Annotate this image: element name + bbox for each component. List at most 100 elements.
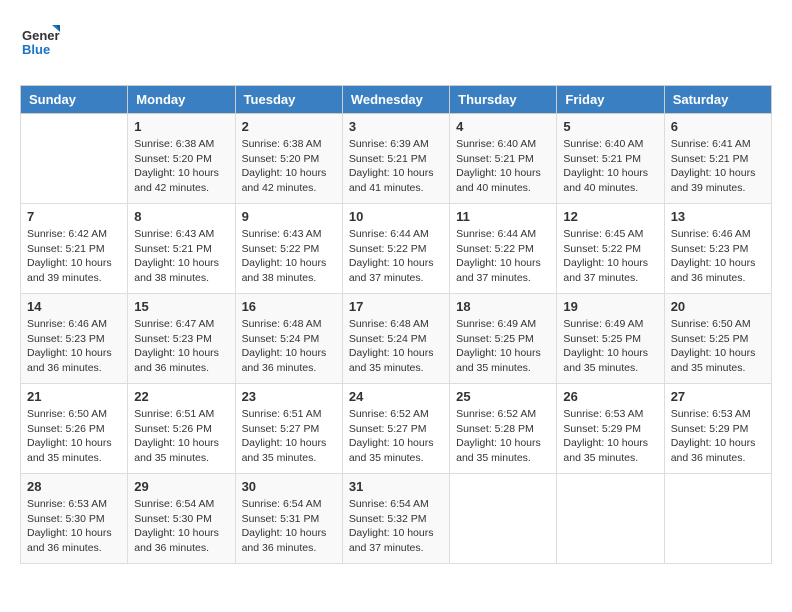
calendar-cell: 31Sunrise: 6:54 AMSunset: 5:32 PMDayligh… (342, 474, 449, 564)
calendar-week-2: 7 Sunrise: 6:42 AMSunset: 5:21 PMDaylight… (21, 204, 772, 294)
weekday-header-saturday: Saturday (664, 86, 771, 114)
day-info: Sunrise: 6:41 AMSunset: 5:21 PMDaylight:… (671, 137, 765, 196)
day-number: 26 (563, 389, 657, 404)
day-info: Sunrise: 6:44 AMSunset: 5:22 PMDaylight:… (349, 227, 443, 286)
day-number: 29 (134, 479, 228, 494)
day-info: Sunrise: 6:48 AMSunset: 5:24 PMDaylight:… (349, 317, 443, 376)
calendar-cell: 20 Sunrise: 6:50 AMSunset: 5:25 PMDayligh… (664, 294, 771, 384)
day-info: Sunrise: 6:54 AMSunset: 5:30 PMDaylight:… (134, 497, 228, 556)
calendar-cell: 26 Sunrise: 6:53 AMSunset: 5:29 PMDayligh… (557, 384, 664, 474)
day-info: Sunrise: 6:40 AMSunset: 5:21 PMDaylight:… (563, 137, 657, 196)
weekday-header-wednesday: Wednesday (342, 86, 449, 114)
calendar-cell: 25 Sunrise: 6:52 AMSunset: 5:28 PMDayligh… (450, 384, 557, 474)
day-info: Sunrise: 6:48 AMSunset: 5:24 PMDaylight:… (242, 317, 336, 376)
calendar-cell: 3 Sunrise: 6:39 AMSunset: 5:21 PMDaylight… (342, 114, 449, 204)
logo: General Blue (20, 20, 66, 65)
calendar-cell: 13Sunrise: 6:46 AMSunset: 5:23 PMDayligh… (664, 204, 771, 294)
weekday-header-monday: Monday (128, 86, 235, 114)
day-info: Sunrise: 6:54 AMSunset: 5:31 PMDaylight:… (242, 497, 336, 556)
day-number: 20 (671, 299, 765, 314)
calendar-week-3: 14 Sunrise: 6:46 AMSunset: 5:23 PMDayligh… (21, 294, 772, 384)
day-info: Sunrise: 6:54 AMSunset: 5:32 PMDaylight:… (349, 497, 443, 556)
calendar-cell: 18Sunrise: 6:49 AMSunset: 5:25 PMDayligh… (450, 294, 557, 384)
weekday-header-tuesday: Tuesday (235, 86, 342, 114)
day-number: 21 (27, 389, 121, 404)
day-info: Sunrise: 6:42 AMSunset: 5:21 PMDaylight:… (27, 227, 121, 286)
calendar-cell (664, 474, 771, 564)
day-info: Sunrise: 6:39 AMSunset: 5:21 PMDaylight:… (349, 137, 443, 196)
day-info: Sunrise: 6:44 AMSunset: 5:22 PMDaylight:… (456, 227, 550, 286)
calendar-body: 1 Sunrise: 6:38 AMSunset: 5:20 PMDaylight… (21, 114, 772, 564)
day-number: 28 (27, 479, 121, 494)
day-info: Sunrise: 6:50 AMSunset: 5:25 PMDaylight:… (671, 317, 765, 376)
calendar-cell: 23 Sunrise: 6:51 AMSunset: 5:27 PMDayligh… (235, 384, 342, 474)
day-number: 17 (349, 299, 443, 314)
calendar-cell: 30 Sunrise: 6:54 AMSunset: 5:31 PMDayligh… (235, 474, 342, 564)
calendar-cell: 19 Sunrise: 6:49 AMSunset: 5:25 PMDayligh… (557, 294, 664, 384)
day-number: 6 (671, 119, 765, 134)
day-info: Sunrise: 6:51 AMSunset: 5:26 PMDaylight:… (134, 407, 228, 466)
day-info: Sunrise: 6:46 AMSunset: 5:23 PMDaylight:… (671, 227, 765, 286)
calendar-cell (557, 474, 664, 564)
day-info: Sunrise: 6:49 AMSunset: 5:25 PMDaylight:… (563, 317, 657, 376)
calendar-cell (450, 474, 557, 564)
day-info: Sunrise: 6:46 AMSunset: 5:23 PMDaylight:… (27, 317, 121, 376)
day-number: 7 (27, 209, 121, 224)
day-info: Sunrise: 6:52 AMSunset: 5:28 PMDaylight:… (456, 407, 550, 466)
day-info: Sunrise: 6:38 AMSunset: 5:20 PMDaylight:… (134, 137, 228, 196)
calendar-cell: 22 Sunrise: 6:51 AMSunset: 5:26 PMDayligh… (128, 384, 235, 474)
day-number: 4 (456, 119, 550, 134)
day-info: Sunrise: 6:38 AMSunset: 5:20 PMDaylight:… (242, 137, 336, 196)
calendar-cell: 7 Sunrise: 6:42 AMSunset: 5:21 PMDaylight… (21, 204, 128, 294)
day-info: Sunrise: 6:52 AMSunset: 5:27 PMDaylight:… (349, 407, 443, 466)
calendar-cell: 14 Sunrise: 6:46 AMSunset: 5:23 PMDayligh… (21, 294, 128, 384)
calendar-cell: 15 Sunrise: 6:47 AMSunset: 5:23 PMDayligh… (128, 294, 235, 384)
calendar-cell: 1 Sunrise: 6:38 AMSunset: 5:20 PMDaylight… (128, 114, 235, 204)
calendar-cell: 28 Sunrise: 6:53 AMSunset: 5:30 PMDayligh… (21, 474, 128, 564)
day-info: Sunrise: 6:43 AMSunset: 5:21 PMDaylight:… (134, 227, 228, 286)
day-number: 15 (134, 299, 228, 314)
day-info: Sunrise: 6:40 AMSunset: 5:21 PMDaylight:… (456, 137, 550, 196)
calendar-header: SundayMondayTuesdayWednesdayThursdayFrid… (21, 86, 772, 114)
day-number: 16 (242, 299, 336, 314)
day-info: Sunrise: 6:53 AMSunset: 5:29 PMDaylight:… (563, 407, 657, 466)
calendar-cell: 29 Sunrise: 6:54 AMSunset: 5:30 PMDayligh… (128, 474, 235, 564)
day-number: 1 (134, 119, 228, 134)
day-number: 30 (242, 479, 336, 494)
weekday-header-thursday: Thursday (450, 86, 557, 114)
weekday-header-sunday: Sunday (21, 86, 128, 114)
calendar-cell: 27 Sunrise: 6:53 AMSunset: 5:29 PMDayligh… (664, 384, 771, 474)
day-number: 2 (242, 119, 336, 134)
svg-text:Blue: Blue (22, 42, 50, 57)
svg-text:General: General (22, 28, 60, 43)
day-info: Sunrise: 6:53 AMSunset: 5:30 PMDaylight:… (27, 497, 121, 556)
calendar-cell: 2 Sunrise: 6:38 AMSunset: 5:20 PMDaylight… (235, 114, 342, 204)
day-number: 25 (456, 389, 550, 404)
day-number: 11 (456, 209, 550, 224)
calendar-cell (21, 114, 128, 204)
calendar-cell: 9Sunrise: 6:43 AMSunset: 5:22 PMDaylight… (235, 204, 342, 294)
day-number: 23 (242, 389, 336, 404)
day-number: 12 (563, 209, 657, 224)
calendar-cell: 17 Sunrise: 6:48 AMSunset: 5:24 PMDayligh… (342, 294, 449, 384)
calendar-cell: 11 Sunrise: 6:44 AMSunset: 5:22 PMDayligh… (450, 204, 557, 294)
day-info: Sunrise: 6:50 AMSunset: 5:26 PMDaylight:… (27, 407, 121, 466)
calendar-cell: 4 Sunrise: 6:40 AMSunset: 5:21 PMDaylight… (450, 114, 557, 204)
day-info: Sunrise: 6:53 AMSunset: 5:29 PMDaylight:… (671, 407, 765, 466)
calendar-cell: 21 Sunrise: 6:50 AMSunset: 5:26 PMDayligh… (21, 384, 128, 474)
day-info: Sunrise: 6:51 AMSunset: 5:27 PMDaylight:… (242, 407, 336, 466)
day-number: 5 (563, 119, 657, 134)
day-number: 8 (134, 209, 228, 224)
day-info: Sunrise: 6:47 AMSunset: 5:23 PMDaylight:… (134, 317, 228, 376)
day-number: 27 (671, 389, 765, 404)
day-number: 14 (27, 299, 121, 314)
calendar-cell: 24Sunrise: 6:52 AMSunset: 5:27 PMDayligh… (342, 384, 449, 474)
calendar-week-1: 1 Sunrise: 6:38 AMSunset: 5:20 PMDaylight… (21, 114, 772, 204)
day-number: 3 (349, 119, 443, 134)
day-info: Sunrise: 6:49 AMSunset: 5:25 PMDaylight:… (456, 317, 550, 376)
day-number: 22 (134, 389, 228, 404)
logo-icon: General Blue (20, 20, 60, 60)
calendar-cell: 12 Sunrise: 6:45 AMSunset: 5:22 PMDayligh… (557, 204, 664, 294)
day-info: Sunrise: 6:45 AMSunset: 5:22 PMDaylight:… (563, 227, 657, 286)
day-number: 19 (563, 299, 657, 314)
